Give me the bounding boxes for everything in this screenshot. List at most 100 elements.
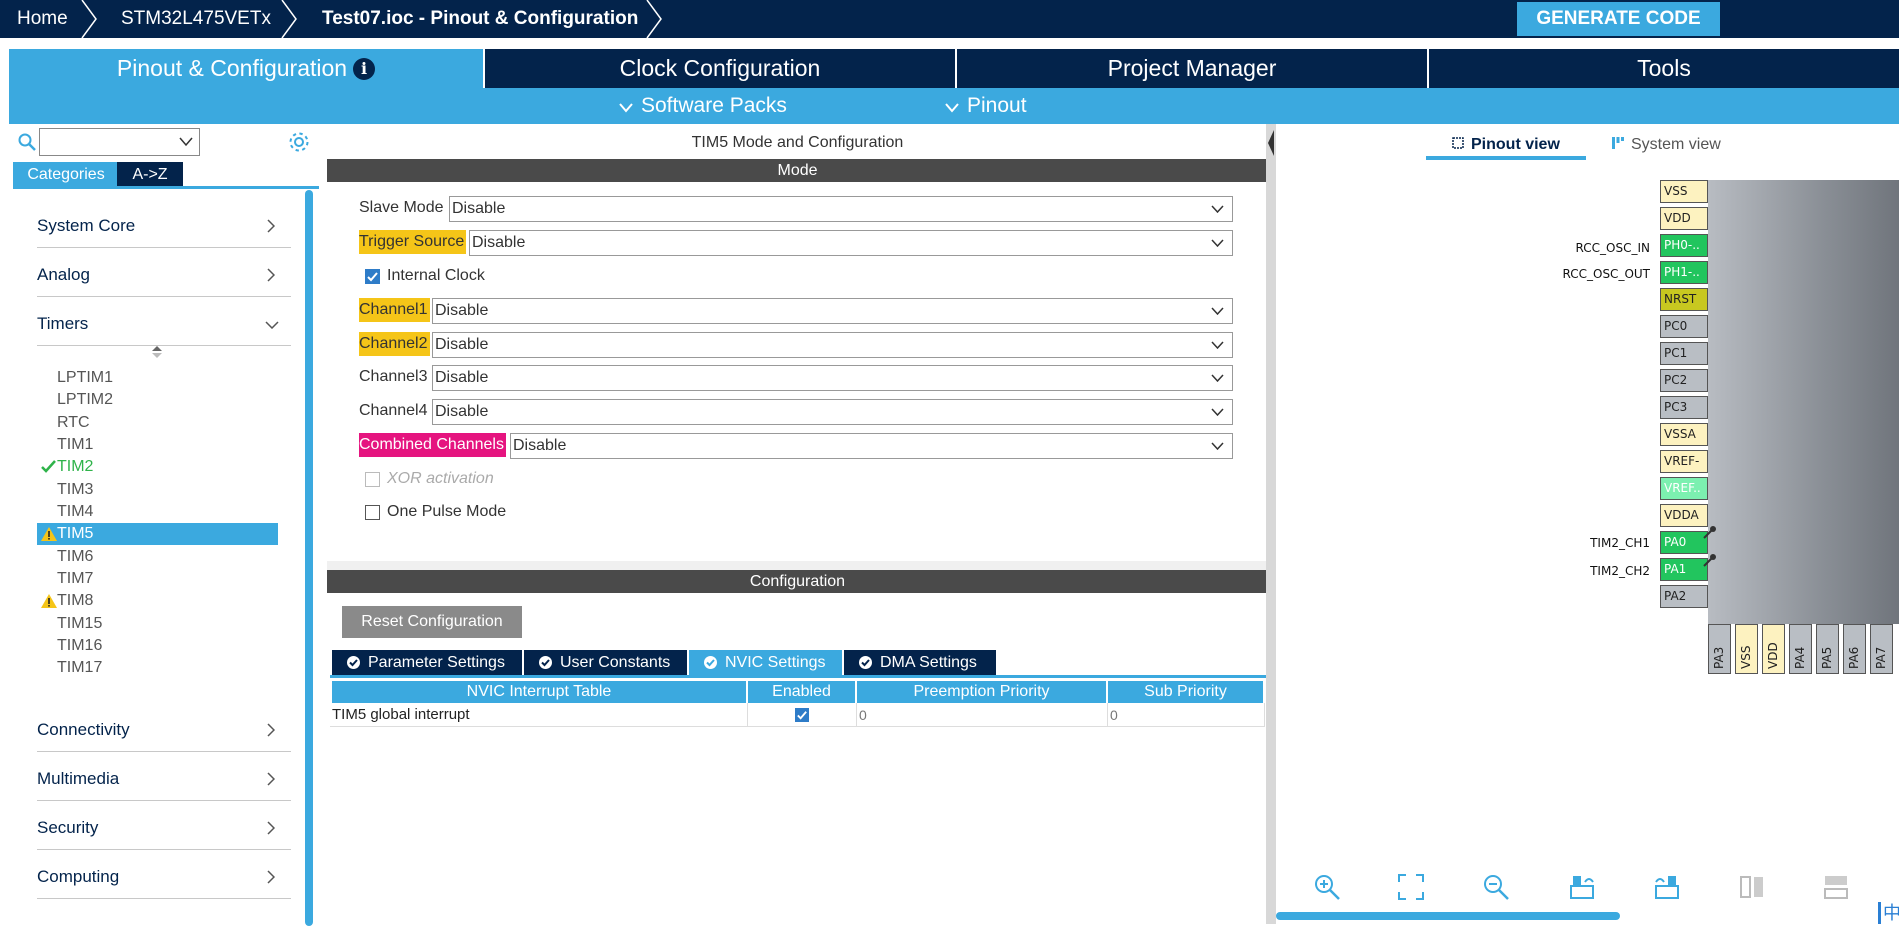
internal-clock-checkbox[interactable] — [365, 269, 380, 284]
tab-dma-settings[interactable]: DMA Settings — [844, 650, 996, 675]
pin-pc1[interactable]: PC1 — [1660, 342, 1708, 365]
timer-item[interactable]: RTC — [57, 412, 90, 434]
rotate-left-icon[interactable] — [1652, 872, 1682, 902]
category-analog[interactable]: Analog — [37, 249, 291, 297]
category-system-core[interactable]: System Core — [37, 200, 291, 248]
zoom-in-icon[interactable] — [1312, 872, 1342, 902]
timer-item-tim5[interactable]: TIM5 — [57, 523, 93, 545]
pin-bottom-pa4[interactable]: PA4 — [1789, 624, 1812, 674]
tab-pinout-view[interactable]: Pinout view — [1451, 134, 1560, 156]
breadcrumb-file[interactable]: Test07.ioc - Pinout & Configuration — [322, 0, 638, 38]
ime-indicator-icon[interactable]: 中 — [1878, 902, 1899, 924]
zoom-out-icon[interactable] — [1481, 872, 1511, 902]
category-security[interactable]: Security — [37, 802, 291, 850]
category-timers[interactable]: Timers — [37, 298, 291, 346]
table-cell-preemption[interactable]: 0 — [857, 703, 1108, 727]
pin-vssa[interactable]: VSSA — [1660, 423, 1708, 446]
breadcrumb-home[interactable]: Home — [17, 0, 68, 38]
timer-item[interactable]: TIM16 — [57, 635, 102, 657]
pin-pc0[interactable]: PC0 — [1660, 315, 1708, 338]
tab-a-to-z[interactable]: A->Z — [117, 162, 183, 187]
tab-nvic-settings[interactable]: NVIC Settings — [689, 650, 842, 675]
panel-splitter[interactable] — [1266, 124, 1276, 924]
pin-pa1[interactable]: PA1 — [1660, 558, 1708, 581]
combined-channels-select[interactable]: Disable — [510, 433, 1233, 459]
horizontal-scrollbar[interactable] — [1276, 912, 1620, 920]
tab-pinout-configuration[interactable]: Pinout & Configuration i — [9, 49, 483, 88]
timer-item[interactable]: TIM7 — [57, 568, 93, 590]
channel3-select[interactable]: Disable — [432, 365, 1233, 391]
timer-item[interactable]: TIM15 — [57, 613, 102, 635]
table-cell-enabled[interactable] — [748, 703, 857, 727]
timer-item[interactable]: TIM1 — [57, 434, 93, 456]
pin-bottom-vss[interactable]: VSS — [1735, 624, 1758, 674]
pin-vref[interactable]: VREF- — [1660, 450, 1708, 473]
pin-bottom-pa3[interactable]: PA3 — [1708, 624, 1731, 674]
timer-item[interactable]: LPTIM2 — [57, 389, 113, 411]
tab-project-manager[interactable]: Project Manager — [957, 49, 1427, 88]
tab-user-constants[interactable]: User Constants — [524, 650, 687, 675]
pin-bottom-vdd[interactable]: VDD — [1762, 624, 1785, 674]
pin-bottom-pa7[interactable]: PA7 — [1870, 624, 1893, 674]
column-header-sub-priority[interactable]: Sub Priority — [1108, 681, 1263, 703]
generate-code-button[interactable]: GENERATE CODE — [1517, 2, 1720, 36]
pin-vdd[interactable]: VDD — [1660, 207, 1708, 230]
pin-pa2[interactable]: PA2 — [1660, 585, 1708, 608]
tab-categories[interactable]: Categories — [13, 162, 119, 187]
pin-bottom-pa5[interactable]: PA5 — [1816, 624, 1839, 674]
xor-activation-label: XOR activation — [387, 470, 494, 487]
slave-mode-select[interactable]: Disable — [449, 196, 1233, 222]
timer-item[interactable]: TIM3 — [57, 479, 93, 501]
pin-nrst[interactable]: NRST — [1660, 288, 1708, 311]
table-cell-interrupt-name[interactable]: TIM5 global interrupt — [330, 703, 748, 727]
breadcrumb-device[interactable]: STM32L475VETx — [121, 0, 271, 38]
pin-vref[interactable]: VREF.. — [1660, 477, 1708, 500]
timer-item-tim2[interactable]: TIM2 — [57, 456, 93, 478]
timer-item[interactable]: TIM4 — [57, 501, 93, 523]
enabled-checkbox[interactable] — [795, 708, 809, 722]
tab-parameter-settings[interactable]: Parameter Settings — [332, 650, 522, 675]
timer-item[interactable]: LPTIM1 — [57, 367, 113, 389]
search-combo-input[interactable] — [39, 128, 200, 156]
channel4-select[interactable]: Disable — [432, 399, 1233, 425]
info-icon[interactable]: i — [353, 58, 376, 80]
table-cell-sub-priority[interactable]: 0 — [1108, 703, 1265, 727]
pin-bottom-pa6[interactable]: PA6 — [1843, 624, 1866, 674]
category-multimedia[interactable]: Multimedia — [37, 753, 291, 801]
left-scrollbar[interactable] — [305, 190, 313, 926]
pinout-menu[interactable]: Pinout — [945, 88, 1027, 124]
pin-ph0[interactable]: PH0-.. — [1660, 234, 1708, 257]
gear-icon[interactable] — [287, 130, 311, 154]
timer-item[interactable]: TIM6 — [57, 546, 93, 568]
tab-tools[interactable]: Tools — [1429, 49, 1899, 88]
sort-icon[interactable] — [151, 344, 163, 360]
one-pulse-checkbox[interactable] — [365, 505, 380, 520]
flip-vertical-icon[interactable] — [1821, 872, 1851, 902]
channel1-select[interactable]: Disable — [432, 298, 1233, 324]
rotate-right-icon[interactable] — [1567, 872, 1597, 902]
column-header-enabled[interactable]: Enabled — [748, 681, 855, 703]
fit-screen-icon[interactable] — [1396, 872, 1426, 902]
search-icon[interactable] — [17, 132, 37, 152]
channel2-select[interactable]: Disable — [432, 332, 1233, 358]
flip-horizontal-icon[interactable] — [1737, 872, 1767, 902]
pin-pc3[interactable]: PC3 — [1660, 396, 1708, 419]
pin-pc2[interactable]: PC2 — [1660, 369, 1708, 392]
category-connectivity[interactable]: Connectivity — [37, 704, 291, 752]
software-packs-menu[interactable]: Software Packs — [619, 88, 787, 124]
pin-bottom-label: PA3 — [1712, 646, 1726, 669]
trigger-source-select[interactable]: Disable — [469, 230, 1233, 256]
tab-system-view[interactable]: System view — [1611, 134, 1721, 156]
category-computing[interactable]: Computing — [37, 851, 291, 899]
pin-vdda[interactable]: VDDA — [1660, 504, 1708, 527]
tab-clock-configuration[interactable]: Clock Configuration — [485, 49, 955, 88]
pin-vss[interactable]: VSS — [1660, 180, 1708, 203]
column-header-nvic-table[interactable]: NVIC Interrupt Table — [332, 681, 746, 703]
pin-pa0[interactable]: PA0 — [1660, 531, 1708, 554]
reset-configuration-button[interactable]: Reset Configuration — [342, 606, 522, 638]
column-header-preemption[interactable]: Preemption Priority — [857, 681, 1106, 703]
timer-item-tim8[interactable]: TIM8 — [57, 590, 93, 612]
timer-item[interactable]: TIM17 — [57, 657, 102, 679]
collapse-arrow-icon[interactable] — [1266, 128, 1276, 158]
pin-ph1[interactable]: PH1-.. — [1660, 261, 1708, 284]
